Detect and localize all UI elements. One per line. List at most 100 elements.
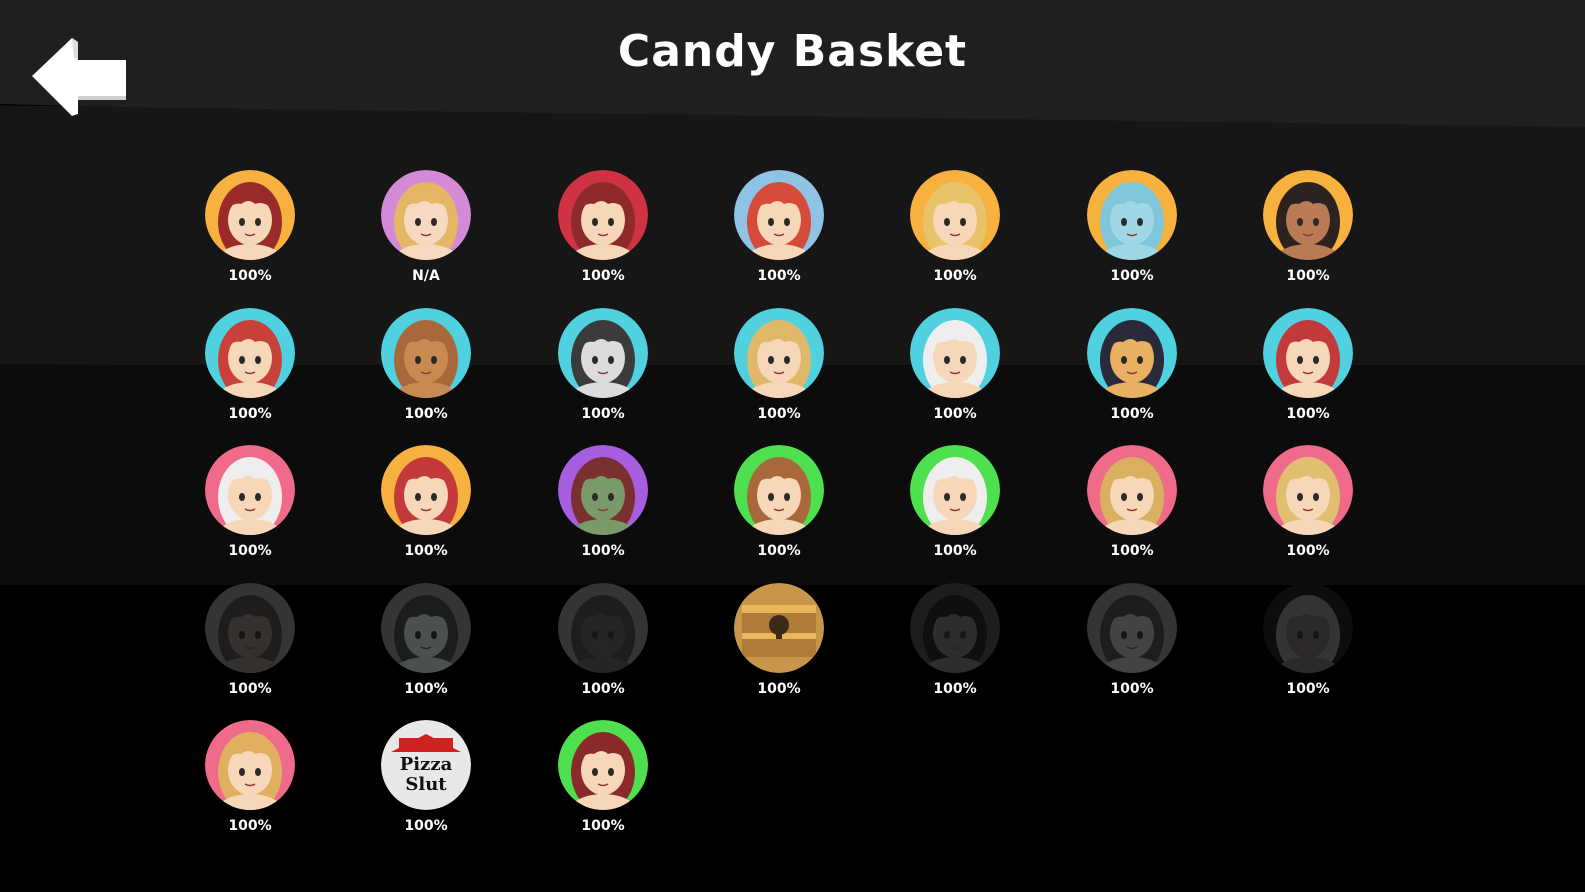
completion-percentage: 100% [228, 818, 272, 834]
character-portrait [734, 308, 824, 398]
character-portrait [1263, 445, 1353, 535]
character-portrait [1087, 308, 1177, 398]
character-portrait [1087, 170, 1177, 260]
portrait-icon [558, 308, 648, 398]
completion-percentage: 100% [228, 543, 272, 559]
character-portrait [205, 170, 295, 260]
portrait-icon [1263, 445, 1353, 535]
character-card[interactable]: 100% [1248, 170, 1368, 295]
character-card[interactable]: 100% [190, 445, 310, 570]
character-card[interactable]: 100% [190, 583, 310, 708]
character-card[interactable]: 100% [366, 583, 486, 708]
character-portrait [381, 170, 471, 260]
character-portrait [1087, 445, 1177, 535]
character-card[interactable]: 100% [190, 720, 310, 845]
completion-percentage: 100% [933, 681, 977, 697]
portrait-icon [910, 170, 1000, 260]
portrait-icon [1263, 583, 1353, 673]
character-portrait [1263, 308, 1353, 398]
completion-percentage: 100% [581, 681, 625, 697]
portrait-icon [205, 445, 295, 535]
character-portrait: Pizza Slut [381, 720, 471, 810]
portrait-icon [734, 170, 824, 260]
character-portrait [205, 308, 295, 398]
character-portrait [381, 308, 471, 398]
completion-percentage: 100% [933, 268, 977, 284]
portrait-icon [205, 170, 295, 260]
completion-percentage: N/A [412, 268, 440, 284]
portrait-icon [734, 445, 824, 535]
character-card[interactable]: 100% [719, 583, 839, 708]
character-card[interactable]: 100% [895, 583, 1015, 708]
character-card[interactable]: 100% [895, 170, 1015, 295]
completion-percentage: 100% [933, 406, 977, 422]
character-card[interactable]: 100% [1248, 583, 1368, 708]
completion-percentage: 100% [1286, 543, 1330, 559]
character-portrait [381, 583, 471, 673]
completion-percentage: 100% [757, 268, 801, 284]
character-card[interactable]: 100% [366, 445, 486, 570]
character-portrait [558, 583, 648, 673]
character-card[interactable]: 100% [1072, 583, 1192, 708]
character-card[interactable]: 100% [543, 583, 663, 708]
character-card[interactable]: 100% [190, 308, 310, 433]
completion-percentage: 100% [1110, 406, 1154, 422]
portrait-icon [1087, 308, 1177, 398]
character-portrait [910, 308, 1000, 398]
completion-percentage: 100% [1110, 268, 1154, 284]
portrait-icon [381, 170, 471, 260]
completion-percentage: 100% [1286, 268, 1330, 284]
character-card[interactable]: 100% [719, 170, 839, 295]
character-portrait [734, 170, 824, 260]
character-card[interactable]: Pizza Slut 100% [366, 720, 486, 845]
portrait-icon [1263, 308, 1353, 398]
completion-percentage: 100% [228, 681, 272, 697]
character-grid: 100% N/A 100% 100% 100% 100% 100% 100% 100% 100% 1… [0, 0, 1585, 892]
completion-percentage: 100% [757, 543, 801, 559]
completion-percentage: 100% [581, 268, 625, 284]
portrait-icon [381, 445, 471, 535]
character-card[interactable]: 100% [719, 445, 839, 570]
character-card[interactable]: 100% [1248, 308, 1368, 433]
completion-percentage: 100% [404, 681, 448, 697]
character-portrait [558, 720, 648, 810]
character-card[interactable]: 100% [1248, 445, 1368, 570]
character-portrait [205, 583, 295, 673]
character-portrait [381, 445, 471, 535]
character-card[interactable]: 100% [1072, 170, 1192, 295]
portrait-icon [1263, 170, 1353, 260]
completion-percentage: 100% [228, 406, 272, 422]
character-portrait [558, 445, 648, 535]
character-card[interactable]: 100% [190, 170, 310, 295]
character-card[interactable]: N/A [366, 170, 486, 295]
character-card[interactable]: 100% [719, 308, 839, 433]
portrait-icon [205, 720, 295, 810]
completion-percentage: 100% [933, 543, 977, 559]
completion-percentage: 100% [1286, 406, 1330, 422]
portrait-icon [1087, 583, 1177, 673]
character-card[interactable]: 100% [895, 308, 1015, 433]
completion-percentage: 100% [404, 818, 448, 834]
character-card[interactable]: 100% [543, 308, 663, 433]
portrait-icon [910, 445, 1000, 535]
portrait-icon [381, 583, 471, 673]
completion-percentage: 100% [228, 268, 272, 284]
portrait-icon [734, 308, 824, 398]
character-card[interactable]: 100% [1072, 308, 1192, 433]
character-card[interactable]: 100% [366, 308, 486, 433]
character-card[interactable]: 100% [543, 720, 663, 845]
portrait-icon [205, 583, 295, 673]
character-card[interactable]: 100% [895, 445, 1015, 570]
character-portrait [910, 170, 1000, 260]
character-card[interactable]: 100% [543, 445, 663, 570]
completion-percentage: 100% [1286, 681, 1330, 697]
portrait-icon [558, 445, 648, 535]
portrait-icon [558, 170, 648, 260]
completion-percentage: 100% [757, 681, 801, 697]
portrait-icon [381, 308, 471, 398]
character-portrait [1087, 583, 1177, 673]
completion-percentage: 100% [757, 406, 801, 422]
portrait-icon [734, 583, 824, 673]
character-card[interactable]: 100% [543, 170, 663, 295]
character-card[interactable]: 100% [1072, 445, 1192, 570]
